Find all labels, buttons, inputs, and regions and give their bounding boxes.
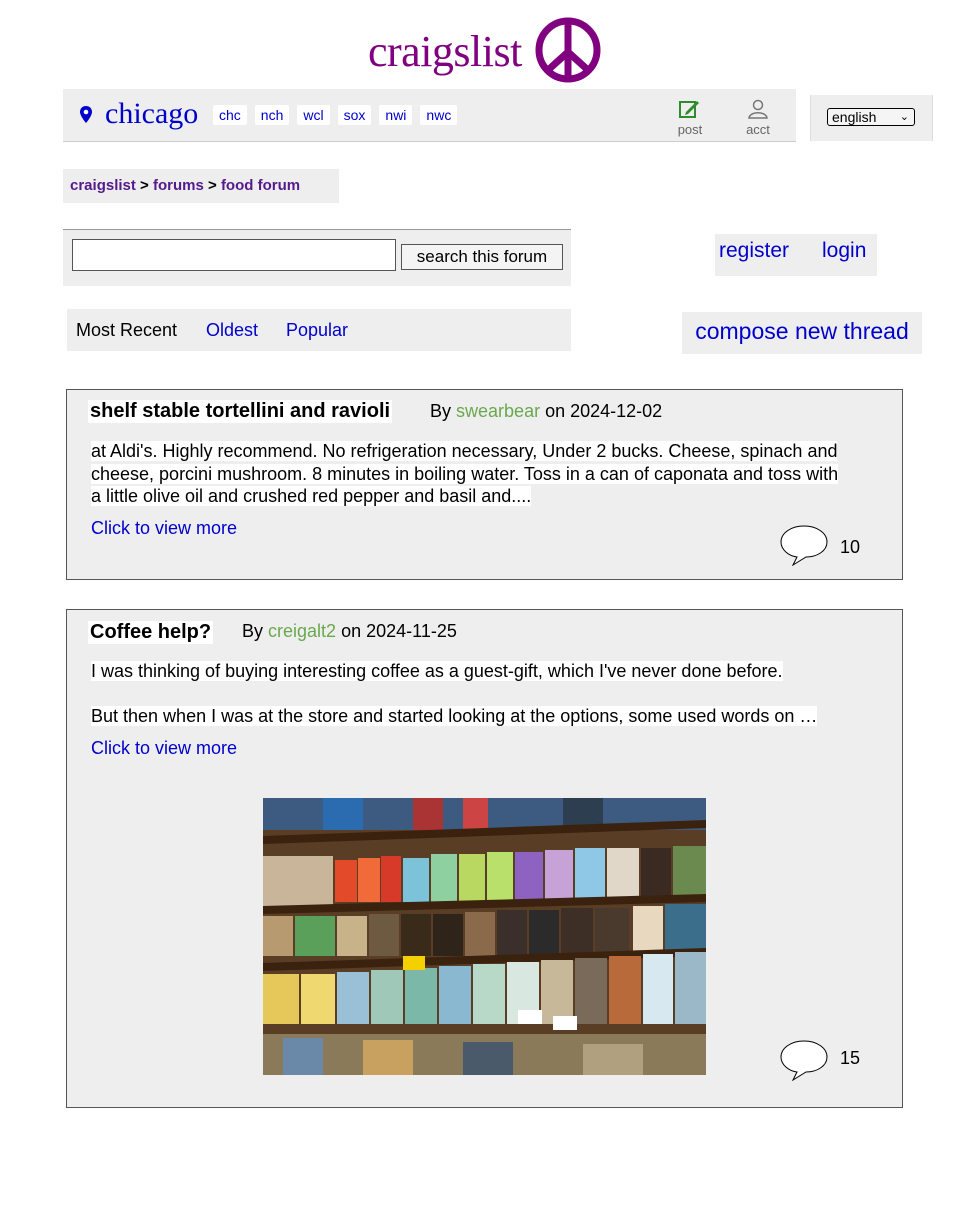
breadcrumb-separator: > xyxy=(208,177,217,194)
breadcrumb-separator: > xyxy=(140,177,149,194)
acct-label: acct xyxy=(746,122,770,137)
by-label: By xyxy=(242,621,264,641)
search-input[interactable] xyxy=(72,239,396,271)
account-links: register login xyxy=(715,234,877,276)
top-nav-bar: chicago chc nch wcl sox nwi nwc post acc… xyxy=(63,89,796,142)
post-label: post xyxy=(677,122,703,137)
area-link-wcl[interactable]: wcl xyxy=(297,105,330,125)
thread-card: shelf stable tortellini and ravioli By s… xyxy=(66,389,903,580)
logo-text: craigslist xyxy=(368,27,522,76)
chevron-down-icon: ⌄ xyxy=(899,111,909,123)
comment-bubble-icon[interactable] xyxy=(779,1039,829,1081)
breadcrumb-food-forum[interactable]: food forum xyxy=(221,177,300,194)
compose-new-thread-link[interactable]: compose new thread xyxy=(695,318,909,344)
area-links: chc nch wcl sox nwi nwc xyxy=(213,105,458,125)
by-label: By xyxy=(430,401,452,421)
thread-preview: at Aldi's. Highly recommend. No refriger… xyxy=(91,440,839,508)
language-value: english xyxy=(832,109,877,125)
preview-line: I was thinking of buying interesting cof… xyxy=(91,661,783,681)
area-link-nwc[interactable]: nwc xyxy=(420,105,458,125)
search-forum-button[interactable]: search this forum xyxy=(401,244,563,270)
forum-search-bar: search this forum xyxy=(63,229,571,286)
preview-line: cheese, porcini mushroom. 8 minutes in b… xyxy=(91,463,839,484)
sort-most-recent[interactable]: Most Recent xyxy=(76,309,177,351)
breadcrumb-craigslist[interactable]: craigslist xyxy=(70,177,136,194)
compose-panel: compose new thread xyxy=(682,312,922,354)
edit-icon xyxy=(679,101,699,118)
thread-card: Coffee help? By creigalt2 on 2024-11-25 … xyxy=(66,609,903,1108)
craigslist-logo[interactable]: craigslist xyxy=(368,14,608,86)
sort-oldest[interactable]: Oldest xyxy=(206,309,258,351)
city-link[interactable]: chicago xyxy=(105,97,198,131)
coffee-shelf-photo[interactable] xyxy=(263,798,706,1075)
preview-line: a little olive oil and crushed red peppe… xyxy=(91,486,532,506)
breadcrumb-forums[interactable]: forums xyxy=(153,177,204,194)
thread-byline: By creigalt2 on 2024-11-25 xyxy=(242,621,457,642)
sort-bar: Most Recent Oldest Popular xyxy=(67,309,571,351)
thread-title[interactable]: Coffee help? xyxy=(88,621,214,644)
view-more-link[interactable]: Click to view more xyxy=(91,738,237,759)
preview-line: But then when I was at the store and sta… xyxy=(91,705,818,726)
comment-bubble-icon[interactable] xyxy=(779,524,829,566)
location-pin-icon[interactable] xyxy=(79,105,93,125)
post-button[interactable]: post xyxy=(675,99,705,137)
coffee-shelf-image xyxy=(263,798,706,1075)
sort-popular[interactable]: Popular xyxy=(286,309,348,351)
thread-preview: I was thinking of buying interesting cof… xyxy=(91,660,818,727)
preview-line: at Aldi's. Highly recommend. No refriger… xyxy=(91,441,838,461)
area-link-sox[interactable]: sox xyxy=(337,105,372,125)
view-more-link[interactable]: Click to view more xyxy=(91,518,237,539)
breadcrumb: craigslist > forums > food forum xyxy=(63,169,339,203)
account-button[interactable]: acct xyxy=(743,99,773,137)
comment-count: 10 xyxy=(840,537,861,557)
author-link[interactable]: creigalt2 xyxy=(268,621,336,641)
language-panel: english ⌄ xyxy=(810,95,933,141)
area-link-nwi[interactable]: nwi xyxy=(379,105,413,125)
login-link[interactable]: login xyxy=(822,234,866,268)
comment-count: 15 xyxy=(840,1048,861,1068)
author-link[interactable]: swearbear xyxy=(456,401,540,421)
area-link-chc[interactable]: chc xyxy=(213,105,247,125)
peace-sign-icon xyxy=(535,17,601,83)
post-date: on 2024-12-02 xyxy=(545,401,663,421)
language-select[interactable]: english ⌄ xyxy=(827,108,915,126)
user-icon xyxy=(748,99,768,119)
area-link-nch[interactable]: nch xyxy=(254,105,290,125)
thread-title[interactable]: shelf stable tortellini and ravioli xyxy=(88,400,393,423)
register-link[interactable]: register xyxy=(719,234,789,268)
thread-byline: By swearbear on 2024-12-02 xyxy=(430,401,662,422)
post-date: on 2024-11-25 xyxy=(341,621,457,641)
